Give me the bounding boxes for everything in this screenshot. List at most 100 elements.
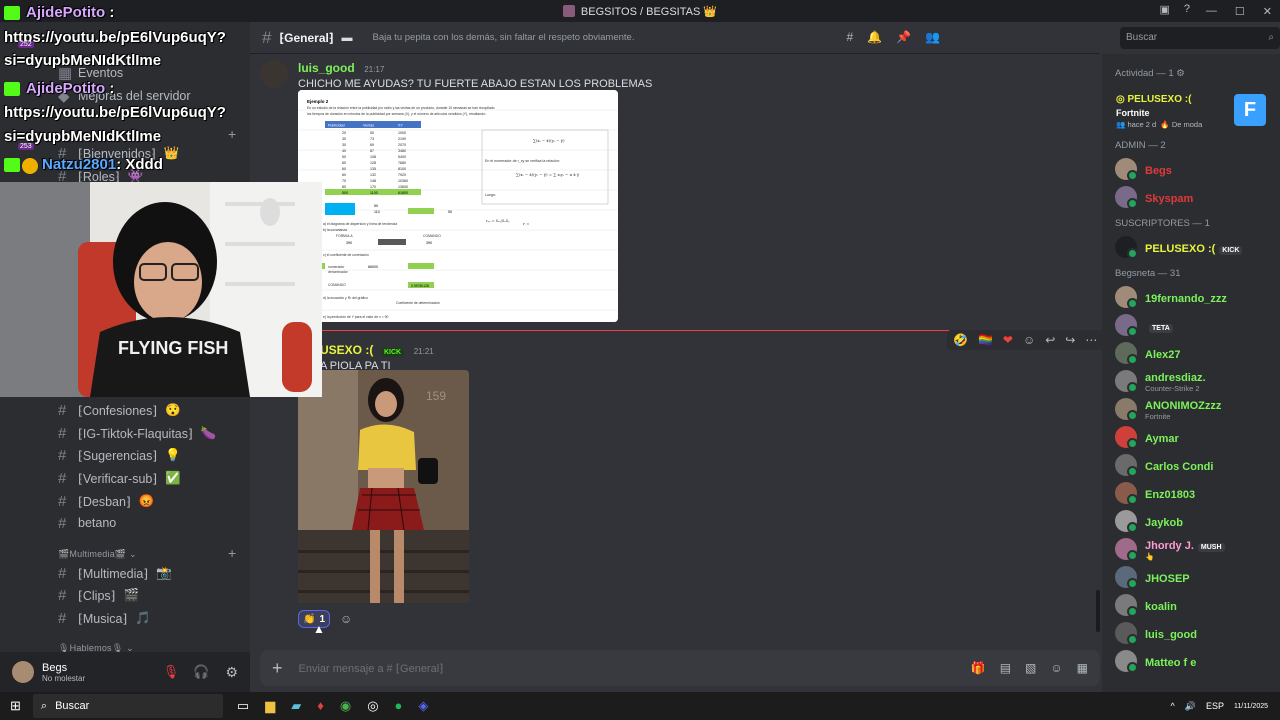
laugh-reaction-icon[interactable]: 🤣: [953, 333, 968, 347]
activity-header: Actividad — 1 ⚙: [1115, 68, 1185, 79]
close-icon[interactable]: ✕: [1263, 5, 1272, 18]
pin-icon[interactable]: 📌: [896, 30, 911, 44]
search-input[interactable]: Buscar ⌕: [1120, 27, 1280, 49]
reply-icon[interactable]: ↩: [1045, 333, 1055, 347]
add-reaction-icon[interactable]: ☺: [340, 612, 352, 626]
category-multimedia[interactable]: 🎬Multimedia🎬 ⌄: [58, 549, 137, 560]
minimize-icon[interactable]: —: [1206, 5, 1217, 17]
member-item[interactable]: ANONIMOZzzz Fortnite: [1115, 396, 1221, 422]
table-cell: 135: [370, 167, 376, 171]
member-item[interactable]: andresdiaz. Counter-Strike 2: [1115, 368, 1206, 394]
member-item[interactable]: 19fernando_zzz: [1115, 284, 1227, 310]
member-text: koalin: [1145, 598, 1177, 613]
threads-icon[interactable]: #: [846, 30, 853, 44]
member-item[interactable]: luis_good: [1115, 620, 1197, 646]
member-name: ANONIMOZzzz: [1145, 400, 1222, 412]
channel-desban[interactable]: # ⁅Desban⁆ 😡: [58, 490, 154, 512]
activity-card[interactable]: ◎ PELUSEXO :( Fortnite 👥 hace 2 d 🔥 De m…: [1110, 88, 1272, 132]
member-item[interactable]: TETA: [1115, 312, 1173, 338]
channel-confesiones[interactable]: # ⁅Confesiones⁆ 😯: [58, 399, 181, 421]
channel-clips[interactable]: # ⁅Clips⁆ 🎬: [58, 584, 139, 606]
svg-text:159: 159: [426, 389, 446, 403]
apps-icon[interactable]: ▦: [1077, 661, 1088, 675]
sticker-icon[interactable]: ▧: [1025, 661, 1036, 675]
add-channel-icon[interactable]: +: [228, 545, 236, 561]
emoji-icon[interactable]: ☺: [1050, 661, 1062, 675]
member-item[interactable]: Carlos Condi: [1115, 452, 1213, 478]
volume-icon[interactable]: 🔊: [1185, 701, 1196, 712]
member-item[interactable]: Aymar: [1115, 424, 1179, 450]
channel-verificar-sub[interactable]: # ⁅Verificar-sub⁆ ✅: [58, 467, 181, 489]
tray-arrow-icon[interactable]: ^: [1171, 701, 1175, 711]
message-author[interactable]: USEXO :(: [320, 343, 373, 357]
channel-musica[interactable]: # ⁅Musica⁆ 🎵: [58, 607, 151, 629]
help-icon[interactable]: ?: [1184, 3, 1190, 16]
note-line: a) el diagrama de dispersión y línea de …: [323, 222, 397, 226]
member-name: koalin: [1145, 600, 1177, 613]
sheet-label: COMANDO: [423, 234, 441, 238]
notepad-icon[interactable]: ▰: [291, 698, 301, 714]
member-text: JHOSEP: [1145, 570, 1190, 585]
spotify-icon[interactable]: ●: [395, 698, 403, 714]
member-item[interactable]: Jhordy J. MUSH 👆: [1115, 536, 1225, 562]
overlay-line: https://youtu.be/pE6lVup6uqY?: [4, 104, 226, 121]
channel-sugerencias[interactable]: # ⁅Sugerencias⁆ 💡: [58, 444, 181, 466]
lang-indicator[interactable]: ESP: [1206, 701, 1224, 711]
category-hablemos[interactable]: 🎙Hablemos🎙 ⌄: [58, 643, 134, 652]
heart-reaction-icon[interactable]: ❤: [1003, 333, 1013, 347]
member-item[interactable]: JHOSEP: [1115, 564, 1190, 590]
inbox-icon[interactable]: ▣: [1159, 3, 1169, 16]
channel-ig-tiktok[interactable]: # ⁅IG-Tiktok-Flaquitas⁆ 🍆: [58, 422, 216, 444]
forward-icon[interactable]: ↪: [1065, 333, 1075, 347]
gift-icon[interactable]: 🎁: [971, 661, 986, 675]
chrome-icon[interactable]: ◉: [340, 698, 351, 714]
overlay-line: Natzu2801: Xddd: [42, 156, 163, 173]
note-line: d) la ecuación y R² del gráfico: [323, 296, 368, 300]
image-attachment-photo[interactable]: 159: [298, 370, 469, 603]
note-line: c) el coeficiente de correlación: [323, 253, 369, 257]
taskbar-search[interactable]: ⌕ Buscar: [32, 694, 223, 718]
member-item[interactable]: Skyspam: [1115, 184, 1193, 210]
image-attachment-spreadsheet[interactable]: Ejemplo 2 En un estudio de la relación e…: [298, 90, 618, 322]
scrollbar[interactable]: [1096, 590, 1100, 632]
kick-badge: KICK: [380, 348, 405, 357]
obs-like-icon[interactable]: ♦: [317, 698, 324, 714]
discord-icon[interactable]: ◈: [418, 698, 428, 714]
bell-icon[interactable]: 🔔: [867, 30, 882, 44]
obs-icon[interactable]: ◎: [367, 698, 378, 714]
maximize-icon[interactable]: ☐: [1235, 5, 1245, 18]
add-reaction-icon[interactable]: ☺: [1023, 333, 1035, 347]
member-item[interactable]: Enz01803: [1115, 480, 1195, 506]
message-input[interactable]: Enviar mensaje a # ⁅General⁆: [299, 662, 955, 675]
overlay-line: si=dyupbMeNIdKtlIme: [4, 52, 162, 69]
channel-multimedia[interactable]: # ⁅Multimedia⁆ 📸: [58, 562, 172, 584]
avatar[interactable]: [12, 661, 34, 683]
member-item[interactable]: PELUSEXO :(KICK: [1115, 234, 1243, 260]
members-icon[interactable]: 👥: [925, 30, 940, 44]
add-attachment-icon[interactable]: +: [272, 658, 283, 679]
gif-icon[interactable]: ▤: [1000, 661, 1011, 675]
clock-date[interactable]: 11/11/2025: [1234, 703, 1268, 710]
task-view-icon[interactable]: ▭: [237, 698, 249, 714]
rainbow-reaction-icon[interactable]: 🏳️‍🌈: [978, 333, 993, 347]
member-text: Carlos Condi: [1145, 458, 1213, 473]
user-status: No molestar: [42, 673, 86, 683]
more-icon[interactable]: ⋯: [1085, 333, 1097, 347]
message-composer[interactable]: + Enviar mensaje a # ⁅General⁆ 🎁 ▤ ▧ ☺ ▦: [260, 650, 1100, 686]
windows-start-icon[interactable]: ⊞: [10, 698, 21, 714]
member-item[interactable]: Jaykob: [1115, 508, 1183, 534]
channel-betano[interactable]: # betano: [58, 512, 116, 534]
member-item[interactable]: koalin: [1115, 592, 1177, 618]
member-item[interactable]: Matteo f e: [1115, 648, 1196, 674]
channel-topic[interactable]: Baja tu pepita con los demás, sin faltar…: [373, 32, 635, 43]
headphones-muted-icon[interactable]: 🎧: [193, 664, 209, 680]
table-cell: 50: [342, 155, 346, 159]
file-explorer-icon[interactable]: ▆: [265, 698, 275, 714]
member-item[interactable]: Alex27: [1115, 340, 1180, 366]
gear-icon[interactable]: ⚙: [225, 664, 238, 681]
hash-icon: #: [58, 446, 67, 464]
mic-muted-icon[interactable]: 🎙: [163, 664, 180, 680]
member-activity: Counter-Strike 2: [1145, 384, 1200, 393]
member-item[interactable]: Begs: [1115, 156, 1172, 182]
avatar: [1115, 236, 1138, 259]
